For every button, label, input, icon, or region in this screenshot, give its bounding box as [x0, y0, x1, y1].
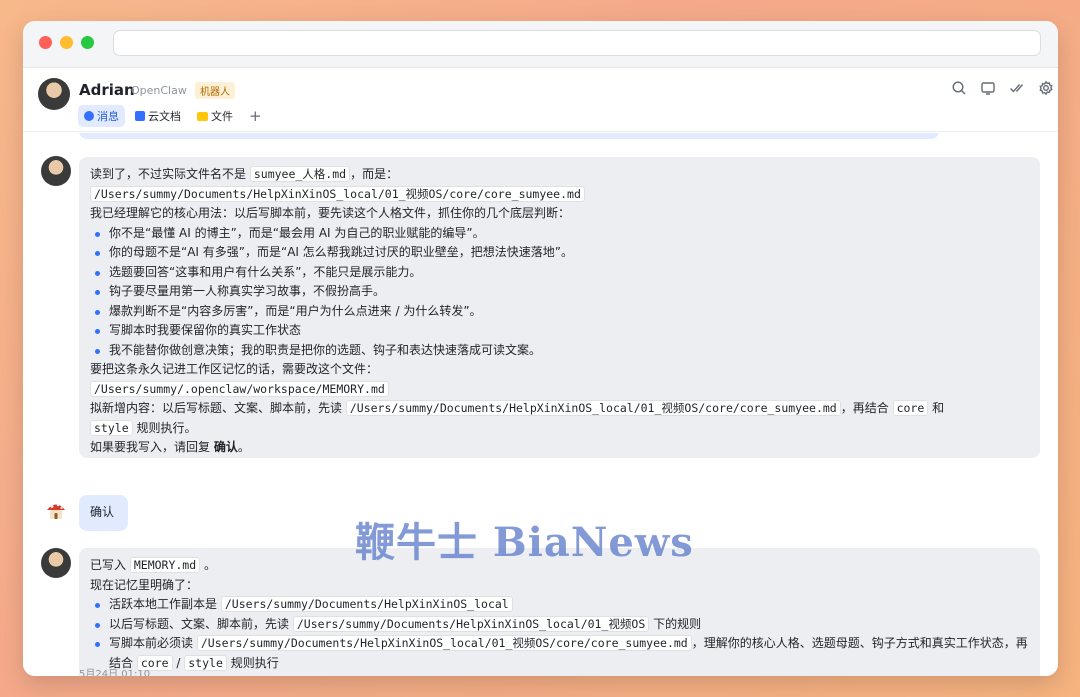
close-window-button[interactable]: [39, 36, 52, 49]
avatar[interactable]: [41, 156, 71, 186]
message-text: ，而是：: [350, 167, 399, 181]
bot-message-bubble: 已写入 MEMORY.md 。 现在记忆里明确了： 活跃本地工作副本是 /Use…: [79, 548, 1040, 676]
header-actions: [951, 80, 1054, 96]
message-line: /Users/summy/Documents/HelpXinXinOS_loca…: [90, 185, 1029, 205]
bot-badge: 机器人: [195, 82, 235, 99]
avatar[interactable]: [38, 78, 70, 110]
app-window: Adrian OpenClaw 机器人 消息 云文档 文件 + 读到了，不过实际…: [23, 21, 1058, 676]
tab-messages[interactable]: 消息: [78, 105, 125, 127]
message-text: /: [176, 655, 181, 670]
list-item: 写脚本时我要保留你的真实工作状态: [90, 321, 1029, 341]
message-line: 我已经理解它的核心用法：以后写脚本前，要先读这个人格文件，抓住你的几个底层判断：: [90, 206, 571, 220]
previous-message-bubble: [79, 133, 939, 139]
message-text: 规则执行。: [136, 420, 197, 435]
chat-tabs: 消息 云文档 文件 +: [78, 105, 268, 127]
gear-icon[interactable]: [1038, 80, 1054, 96]
message-text: 下的规则: [653, 616, 702, 631]
message-text: 拟新增内容：以后写标题、文案、脚本前，先读: [90, 401, 343, 415]
message-text: 读到了，不过实际文件名不是: [90, 167, 247, 181]
message-text: 写脚本前必须读: [109, 636, 194, 650]
folder-icon: [197, 111, 208, 121]
minimize-window-button[interactable]: [60, 36, 73, 49]
chat-subtitle: OpenClaw: [131, 84, 187, 97]
list-item: 你的母题不是“AI 有多强”，而是“AI 怎么帮我跳过讨厌的职业壁垒，把想法快速…: [90, 243, 1029, 263]
message-text: 已写入: [90, 558, 127, 572]
list-item: 你不是“最懂 AI 的博主”，而是“最会用 AI 为自己的职业赋能的编导”。: [90, 224, 1029, 244]
bullet-list: 你不是“最懂 AI 的博主”，而是“最会用 AI 为自己的职业赋能的编导”。 你…: [90, 224, 1029, 361]
user-message-bubble: 确认: [79, 495, 128, 531]
message-line: 现在记忆里明确了：: [90, 577, 199, 592]
message-line: 读到了，不过实际文件名不是 sumyee_人格.md ，而是：: [90, 165, 1029, 185]
address-bar[interactable]: [113, 30, 1041, 56]
bot-message-bubble: 读到了，不过实际文件名不是 sumyee_人格.md ，而是： /Users/su…: [79, 157, 1040, 458]
message-text: 以后写标题、文案、脚本前，先读: [109, 616, 290, 631]
avatar[interactable]: [41, 548, 71, 578]
message-list[interactable]: 读到了，不过实际文件名不是 sumyee_人格.md ，而是： /Users/su…: [23, 133, 1058, 676]
search-icon[interactable]: [951, 80, 967, 96]
user-avatar[interactable]: [42, 496, 70, 524]
chat-title: Adrian: [79, 81, 135, 99]
list-item: 写脚本前必须读 /Users/summy/Documents/HelpXinXi…: [90, 634, 1029, 673]
message-text: 。: [203, 558, 216, 572]
screen-share-icon[interactable]: [980, 80, 996, 96]
message-text: 规则执行: [230, 655, 279, 670]
list-item: 爆款判断不是“内容多厉害”，而是“用户为什么点进来 / 为什么转发”。: [90, 302, 1029, 322]
tab-label: 云文档: [148, 110, 181, 123]
checkmark-icon[interactable]: [1009, 80, 1025, 96]
message-line: 已写入 MEMORY.md 。: [90, 556, 1029, 576]
inline-code: core: [892, 400, 929, 416]
message-line: style 规则执行。: [90, 419, 1029, 439]
message-line: 要把这条永久记进工作区记忆的话，需要改这个文件：: [90, 362, 379, 376]
inline-code: style: [90, 419, 133, 436]
list-item: 以后写标题、文案、脚本前，先读 /Users/summy/Documents/H…: [90, 615, 1029, 635]
inline-code: MEMORY.md: [129, 557, 201, 573]
message-text: 如果要我写入，请回复: [90, 440, 211, 454]
message-text: 确认: [90, 505, 115, 519]
inline-code: /Users/summy/Documents/HelpXinXinOS_loca…: [196, 635, 692, 651]
tab-label: 消息: [97, 110, 119, 123]
mushroom-house-icon: [47, 503, 65, 519]
message-line: 拟新增内容：以后写标题、文案、脚本前，先读 /Users/summy/Docum…: [90, 399, 1029, 419]
tab-cloud-docs[interactable]: 云文档: [129, 105, 187, 127]
title-bar: [23, 21, 1058, 68]
zoom-window-button[interactable]: [81, 36, 94, 49]
message-text: 。: [237, 440, 250, 454]
inline-code: /Users/summy/.openclaw/workspace/MEMORY.…: [90, 380, 389, 397]
inline-code: /Users/summy/Documents/HelpXinXinOS_loca…: [292, 615, 650, 632]
tab-label: 文件: [211, 110, 233, 123]
chat-bubble-icon: [84, 111, 94, 121]
bullet-list: 活跃本地工作副本是 /Users/summy/Documents/HelpXin…: [90, 595, 1029, 673]
document-icon: [135, 111, 145, 121]
inline-code: /Users/summy/Documents/HelpXinXinOS_loca…: [90, 185, 585, 202]
message-text: 活跃本地工作副本是: [109, 597, 218, 611]
list-item: 活跃本地工作副本是 /Users/summy/Documents/HelpXin…: [90, 595, 1029, 615]
list-item: 选题要回答“这事和用户有什么关系”，不能只是展示能力。: [90, 263, 1029, 283]
inline-code: sumyee_人格.md: [249, 166, 351, 182]
chat-header: Adrian OpenClaw 机器人 消息 云文档 文件 +: [23, 68, 1058, 132]
message-text-bold: 确认: [213, 440, 238, 454]
list-item: 钩子要尽量用第一人称真实学习故事，不假扮高手。: [90, 282, 1029, 302]
tab-files[interactable]: 文件: [191, 105, 239, 127]
message-text: ，再结合: [840, 401, 889, 415]
message-timestamp: 5月24日 01:10: [79, 669, 151, 676]
message-line: /Users/summy/.openclaw/workspace/MEMORY.…: [90, 380, 1029, 400]
list-item: 我不能替你做创意决策；我的职责是把你的选题、钩子和表达快速落成可读文案。: [90, 341, 1029, 361]
inline-code: /Users/summy/Documents/HelpXinXinOS_loca…: [220, 596, 513, 612]
message-text: 和: [932, 401, 945, 415]
inline-code: style: [184, 654, 227, 671]
add-tab-button[interactable]: +: [243, 105, 268, 127]
message-line: 如果要我写入，请回复 确认。: [90, 438, 1029, 458]
inline-code: /Users/summy/Documents/HelpXinXinOS_loca…: [345, 400, 841, 416]
